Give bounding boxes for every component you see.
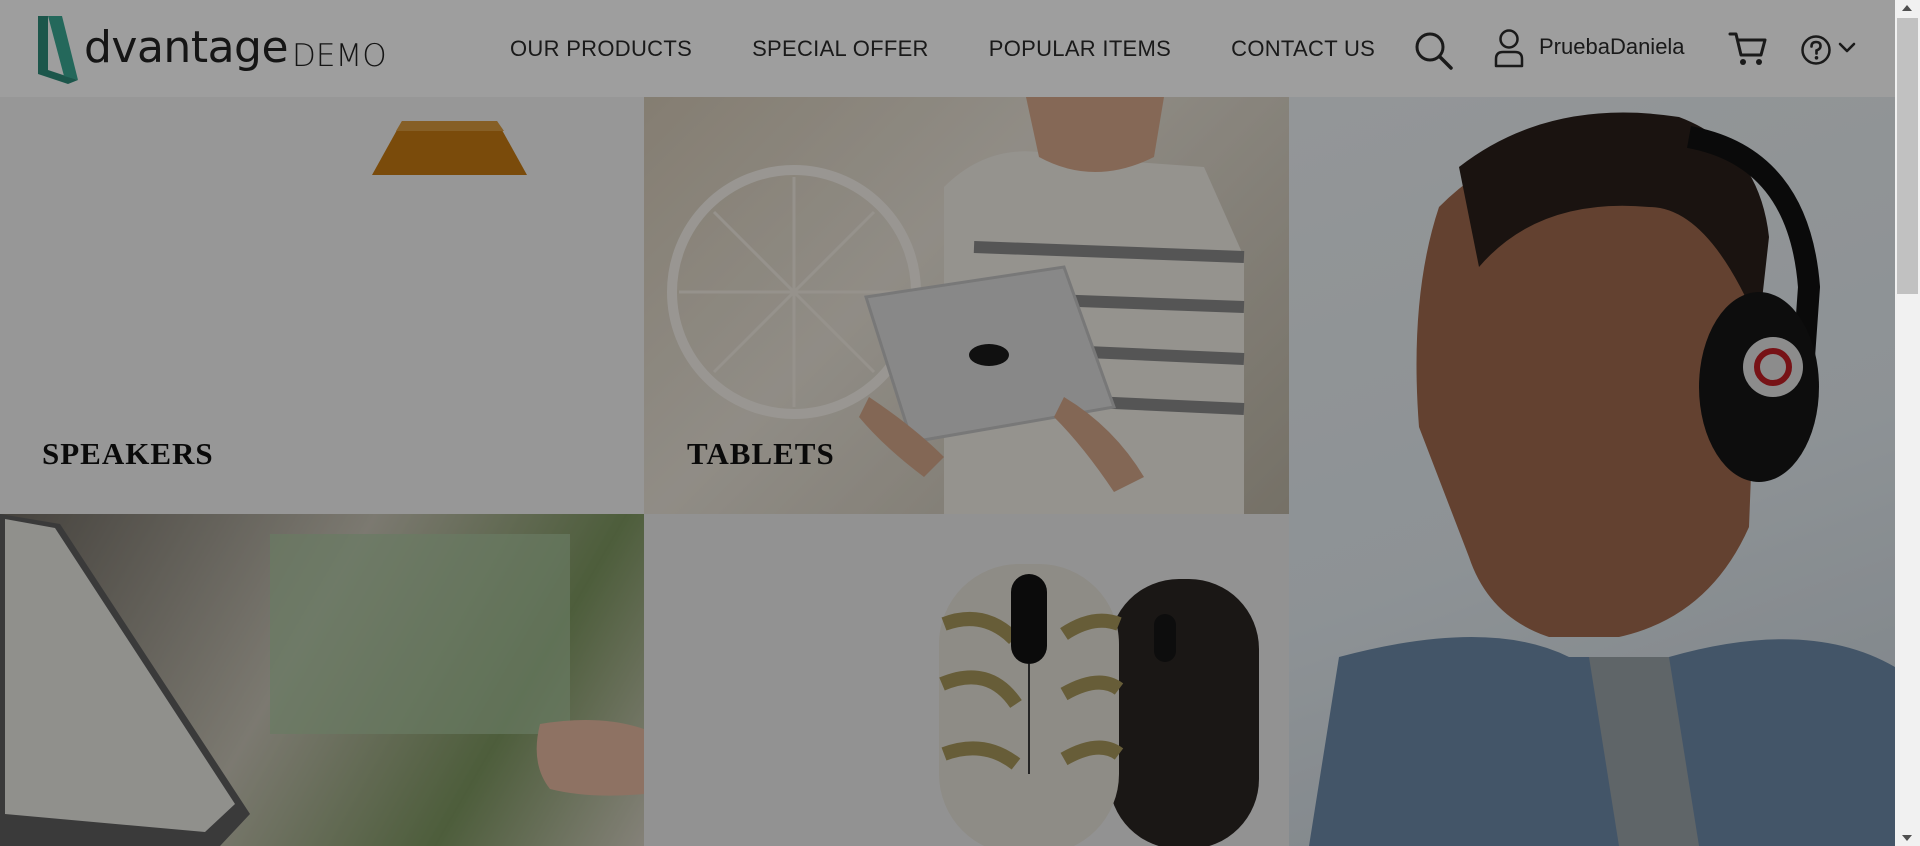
vertical-scrollbar[interactable]	[1895, 0, 1920, 846]
modal-backdrop[interactable]	[0, 0, 1895, 846]
scroll-down-arrow-icon[interactable]	[1902, 835, 1912, 841]
scroll-up-arrow-icon[interactable]	[1902, 5, 1912, 11]
scroll-thumb[interactable]	[1897, 18, 1918, 294]
